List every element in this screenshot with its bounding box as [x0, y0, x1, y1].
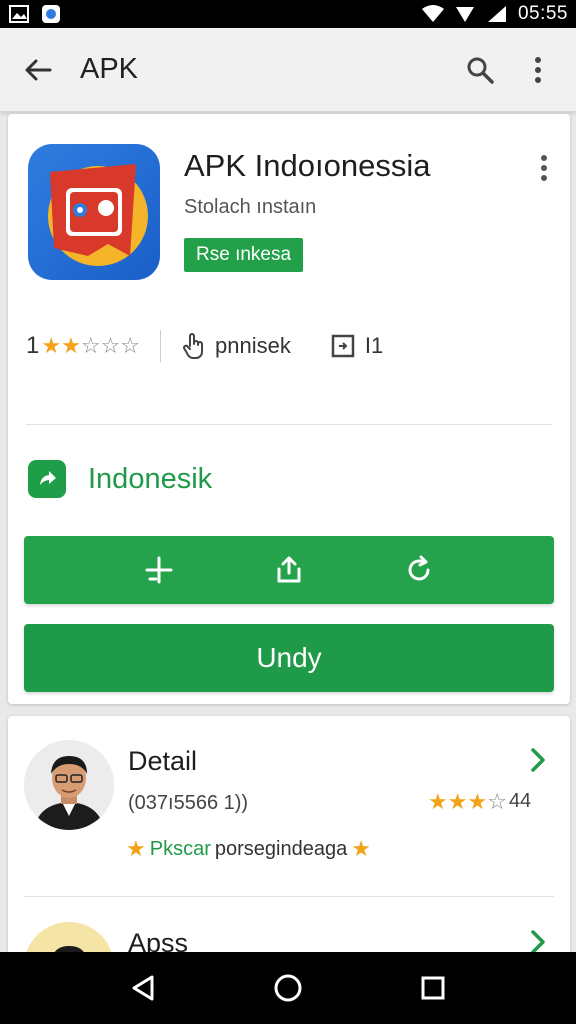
recents-square-icon[interactable]	[403, 958, 463, 1018]
size-stat: I1	[331, 333, 383, 359]
app-bar: APK	[0, 28, 576, 112]
back-triangle-icon[interactable]	[113, 958, 173, 1018]
star-empty-icon: ☆	[100, 333, 121, 358]
star-empty-icon: ☆	[487, 788, 507, 814]
review-tag-text: porsegindeaga	[214, 837, 348, 860]
wifi-icon	[421, 4, 444, 24]
download-box-icon	[331, 334, 355, 358]
app-detail-card: APK Indoıonessia Stolach ınstaın Rse ınk…	[8, 114, 570, 704]
avatar	[24, 922, 114, 956]
app-logo-icon	[28, 144, 160, 280]
app-notification-icon	[40, 4, 62, 24]
avatar	[24, 740, 114, 830]
star-icon: ★	[126, 836, 146, 861]
star-filled-icon: ★	[447, 788, 468, 814]
rating-value: 1	[26, 332, 40, 359]
status-right: 05:55	[421, 3, 568, 25]
status-left	[8, 4, 62, 24]
app-name: APK Indoıonessia	[184, 148, 431, 183]
hand-touch-icon	[183, 333, 204, 359]
status-time: 05:55	[517, 3, 568, 24]
review-title: Detail	[128, 746, 198, 776]
search-icon[interactable]	[462, 48, 498, 92]
installs-label: pnnisek	[215, 333, 291, 358]
appbar-actions	[462, 48, 556, 92]
review-divider	[24, 896, 554, 897]
star-filled-icon: ★	[428, 788, 448, 814]
category-row[interactable]: Indonesik	[28, 460, 212, 498]
chevron-right-icon[interactable]	[522, 744, 554, 776]
installs-stat: pnnisek	[181, 332, 291, 360]
review-subtitle: (037ı5566 1))	[128, 792, 249, 814]
review-stars: ★ ★ ★ ☆	[428, 788, 507, 814]
app-badge: Rse ınkesa	[184, 238, 304, 272]
stats-divider	[160, 330, 162, 362]
app-developer[interactable]: Stolach ınstaın	[184, 196, 316, 219]
system-nav-bar	[0, 952, 576, 1024]
home-circle-icon[interactable]	[258, 958, 318, 1018]
star-empty-icon: ☆	[80, 333, 101, 358]
review-rating-value: 44	[508, 790, 532, 812]
page-title: APK	[80, 53, 139, 85]
star-icon: ★	[351, 836, 371, 861]
more-vertical-icon[interactable]	[520, 48, 556, 92]
star-filled-icon: ★	[467, 788, 488, 814]
cell-signal-icon	[486, 4, 508, 24]
refresh-icon[interactable]	[399, 550, 439, 590]
status-bar: 05:55	[0, 0, 576, 28]
category-label: Indonesik	[88, 462, 213, 495]
review-tag: ★ Pkscar porsegindeaga ★	[126, 836, 371, 862]
rating-stars: ★ ★ ☆ ☆ ☆	[41, 335, 140, 357]
reviews-card: Detail (037ı5566 1)) ★ ★ ★ ☆ 44 ★ Pkscar po…	[8, 716, 570, 956]
star-filled-icon: ★	[41, 333, 62, 358]
gallery-icon	[8, 4, 30, 24]
card-more-icon[interactable]	[532, 150, 556, 186]
section-divider	[26, 424, 552, 425]
star-filled-icon: ★	[61, 333, 81, 358]
share-icon[interactable]	[269, 550, 309, 590]
star-empty-icon: ☆	[120, 333, 141, 358]
add-icon[interactable]	[139, 550, 179, 590]
review-rating: ★ ★ ★ ☆ 44	[428, 790, 531, 813]
back-arrow-icon[interactable]	[16, 48, 60, 92]
review-tag-highlight: Pkscar	[149, 837, 211, 860]
signal-icon	[454, 4, 476, 24]
size-label: I1	[364, 333, 384, 358]
category-icon	[28, 460, 66, 498]
install-button[interactable]: Undy	[24, 624, 554, 692]
action-bar	[24, 536, 554, 604]
stats-row: 1 ★ ★ ☆ ☆ ☆ pnnisek I1	[26, 326, 383, 366]
